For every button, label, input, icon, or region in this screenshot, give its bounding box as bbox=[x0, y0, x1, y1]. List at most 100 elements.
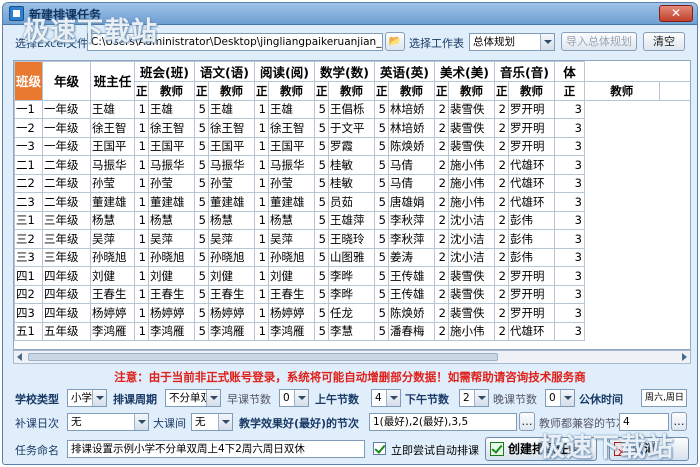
table-cell[interactable]: 1 bbox=[254, 192, 269, 212]
auto-schedule-checkbox[interactable] bbox=[373, 442, 386, 455]
table-cell[interactable]: 吴萍 bbox=[208, 229, 255, 249]
table-cell[interactable]: 马振华 bbox=[148, 155, 195, 175]
table-cell[interactable]: 1 bbox=[134, 210, 149, 230]
table-cell[interactable]: 彭伟 bbox=[508, 247, 555, 267]
scroll-right-icon[interactable] bbox=[682, 353, 687, 361]
school-type-select[interactable]: 小学 bbox=[67, 389, 107, 407]
table-cell[interactable]: 王传雄 bbox=[388, 266, 435, 286]
table-cell[interactable]: 王春生 bbox=[208, 284, 255, 304]
table-cell[interactable]: 董建雄 bbox=[208, 192, 255, 212]
table-cell[interactable]: 五1 bbox=[14, 321, 43, 341]
table-cell[interactable]: 1 bbox=[134, 192, 149, 212]
table-row[interactable]: 二1 二年级 马振华 1 马振华 5 马振华 1 马振华 5 桂敏 5 马倩 2 施小伟 2 代雄环 3 bbox=[14, 155, 691, 175]
table-cell[interactable]: 5 bbox=[314, 303, 329, 323]
table-cell[interactable]: 2 bbox=[434, 99, 449, 119]
table-cell[interactable]: 一3 bbox=[14, 136, 43, 156]
table-cell[interactable]: 5 bbox=[194, 173, 209, 193]
table-cell[interactable]: 2 bbox=[494, 192, 509, 212]
table-cell[interactable]: 1 bbox=[254, 284, 269, 304]
table-cell[interactable]: 王国平 bbox=[90, 136, 135, 156]
table-cell[interactable]: 徐王智 bbox=[148, 118, 195, 138]
table-cell[interactable]: 5 bbox=[374, 321, 389, 341]
table-cell[interactable]: 刘健 bbox=[268, 266, 315, 286]
table-cell[interactable]: 2 bbox=[434, 321, 449, 341]
table-cell[interactable]: 1 bbox=[254, 155, 269, 175]
column-header[interactable]: 美术(美) bbox=[434, 61, 495, 82]
column-header[interactable]: 班会(班) bbox=[134, 61, 195, 82]
table-row[interactable]: 五1 五年级 李鸿雁 1 李鸿雁 5 李鸿雁 1 李鸿雁 5 李慧 5 潘春梅 2 施小伟 2 代雄环 3 bbox=[14, 321, 691, 341]
table-cell[interactable]: 2 bbox=[434, 247, 449, 267]
table-cell[interactable]: 董建雄 bbox=[268, 192, 315, 212]
table-cell[interactable]: 李慧 bbox=[328, 321, 375, 341]
table-cell[interactable]: 陈焕娇 bbox=[388, 136, 435, 156]
table-cell[interactable]: 3 bbox=[554, 266, 585, 286]
effect-field[interactable]: 1(最好),2(最好),3,5 bbox=[369, 413, 517, 431]
table-cell[interactable]: 李鸿雁 bbox=[148, 321, 195, 341]
table-cell[interactable]: 四1 bbox=[14, 266, 43, 286]
table-cell[interactable]: 3 bbox=[554, 284, 585, 304]
table-cell[interactable]: 1 bbox=[254, 99, 269, 119]
table-cell[interactable]: 1 bbox=[254, 321, 269, 341]
corner-cell[interactable]: 班级 bbox=[14, 61, 43, 101]
table-cell[interactable]: 杨婷婷 bbox=[148, 303, 195, 323]
table-cell[interactable]: 孙晓旭 bbox=[208, 247, 255, 267]
table-cell[interactable]: 孙莹 bbox=[90, 173, 135, 193]
table-cell[interactable]: 二年级 bbox=[42, 192, 91, 212]
table-row[interactable]: 四1 四年级 刘健 1 刘健 5 刘健 1 刘健 5 李晔 5 王传雄 2 裴雪佚 2 罗开明 3 bbox=[14, 266, 691, 286]
table-cell[interactable]: 2 bbox=[434, 118, 449, 138]
close-button[interactable]: ✕ bbox=[659, 5, 693, 22]
table-cell[interactable]: 5 bbox=[374, 303, 389, 323]
table-cell[interactable]: 徐王智 bbox=[208, 118, 255, 138]
rest-select[interactable]: 周六,周日 bbox=[641, 389, 687, 407]
table-cell[interactable]: 二1 bbox=[14, 155, 43, 175]
table-cell[interactable]: 林培娇 bbox=[388, 118, 435, 138]
table-cell[interactable]: 5 bbox=[374, 247, 389, 267]
table-cell[interactable]: 李晔 bbox=[328, 266, 375, 286]
table-cell[interactable]: 1 bbox=[254, 247, 269, 267]
table-cell[interactable]: 5 bbox=[194, 266, 209, 286]
table-cell[interactable]: 刘健 bbox=[90, 266, 135, 286]
table-cell[interactable]: 裴雪佚 bbox=[448, 136, 495, 156]
table-cell[interactable]: 董建雄 bbox=[148, 192, 195, 212]
column-header[interactable]: 音乐(音) bbox=[494, 61, 555, 82]
column-header[interactable]: 阅读(阅) bbox=[254, 61, 315, 82]
table-cell[interactable]: 罗开明 bbox=[508, 118, 555, 138]
table-cell[interactable]: 3 bbox=[554, 210, 585, 230]
table-cell[interactable]: 马倩 bbox=[388, 155, 435, 175]
table-cell[interactable]: 潘春梅 bbox=[388, 321, 435, 341]
table-cell[interactable]: 1 bbox=[134, 173, 149, 193]
table-cell[interactable]: 5 bbox=[314, 321, 329, 341]
pm-stepper[interactable]: 2 bbox=[459, 389, 489, 407]
table-cell[interactable]: 2 bbox=[434, 303, 449, 323]
break-select[interactable]: 无 bbox=[191, 413, 233, 431]
table-cell[interactable]: 5 bbox=[374, 136, 389, 156]
table-row[interactable]: 三3 三年级 孙晓旭 1 孙晓旭 5 孙晓旭 1 孙晓旭 5 山图雅 5 姜涛 2 沈小洁 2 彭伟 3 bbox=[14, 247, 691, 267]
table-cell[interactable]: 一年级 bbox=[42, 99, 91, 119]
table-cell[interactable]: 三1 bbox=[14, 210, 43, 230]
table-cell[interactable]: 2 bbox=[434, 173, 449, 193]
table-cell[interactable]: 5 bbox=[314, 118, 329, 138]
table-row[interactable]: 四2 四年级 王春生 1 王春生 5 王春生 1 王春生 5 李晔 5 王传雄 2 裴雪佚 2 罗开明 3 bbox=[14, 284, 691, 304]
table-cell[interactable]: 王雄 bbox=[90, 99, 135, 119]
table-cell[interactable]: 5 bbox=[194, 247, 209, 267]
table-cell[interactable]: 5 bbox=[314, 155, 329, 175]
table-cell[interactable]: 2 bbox=[494, 118, 509, 138]
table-cell[interactable]: 2 bbox=[494, 229, 509, 249]
table-cell[interactable]: 3 bbox=[554, 99, 585, 119]
table-cell[interactable]: 1 bbox=[134, 99, 149, 119]
table-cell[interactable]: 四3 bbox=[14, 303, 43, 323]
table-cell[interactable]: 王传雄 bbox=[388, 284, 435, 304]
table-cell[interactable]: 5 bbox=[374, 155, 389, 175]
table-cell[interactable]: 1 bbox=[134, 321, 149, 341]
table-cell[interactable]: 5 bbox=[314, 229, 329, 249]
table-cell[interactable]: 5 bbox=[194, 229, 209, 249]
table-cell[interactable]: 1 bbox=[254, 303, 269, 323]
table-cell[interactable]: 5 bbox=[194, 303, 209, 323]
table-cell[interactable]: 1 bbox=[254, 136, 269, 156]
table-cell[interactable]: 5 bbox=[194, 155, 209, 175]
table-cell[interactable]: 刘健 bbox=[208, 266, 255, 286]
table-cell[interactable]: 王雄 bbox=[148, 99, 195, 119]
table-cell[interactable]: 裴雪佚 bbox=[448, 99, 495, 119]
table-cell[interactable]: 山图雅 bbox=[328, 247, 375, 267]
table-cell[interactable]: 1 bbox=[134, 303, 149, 323]
